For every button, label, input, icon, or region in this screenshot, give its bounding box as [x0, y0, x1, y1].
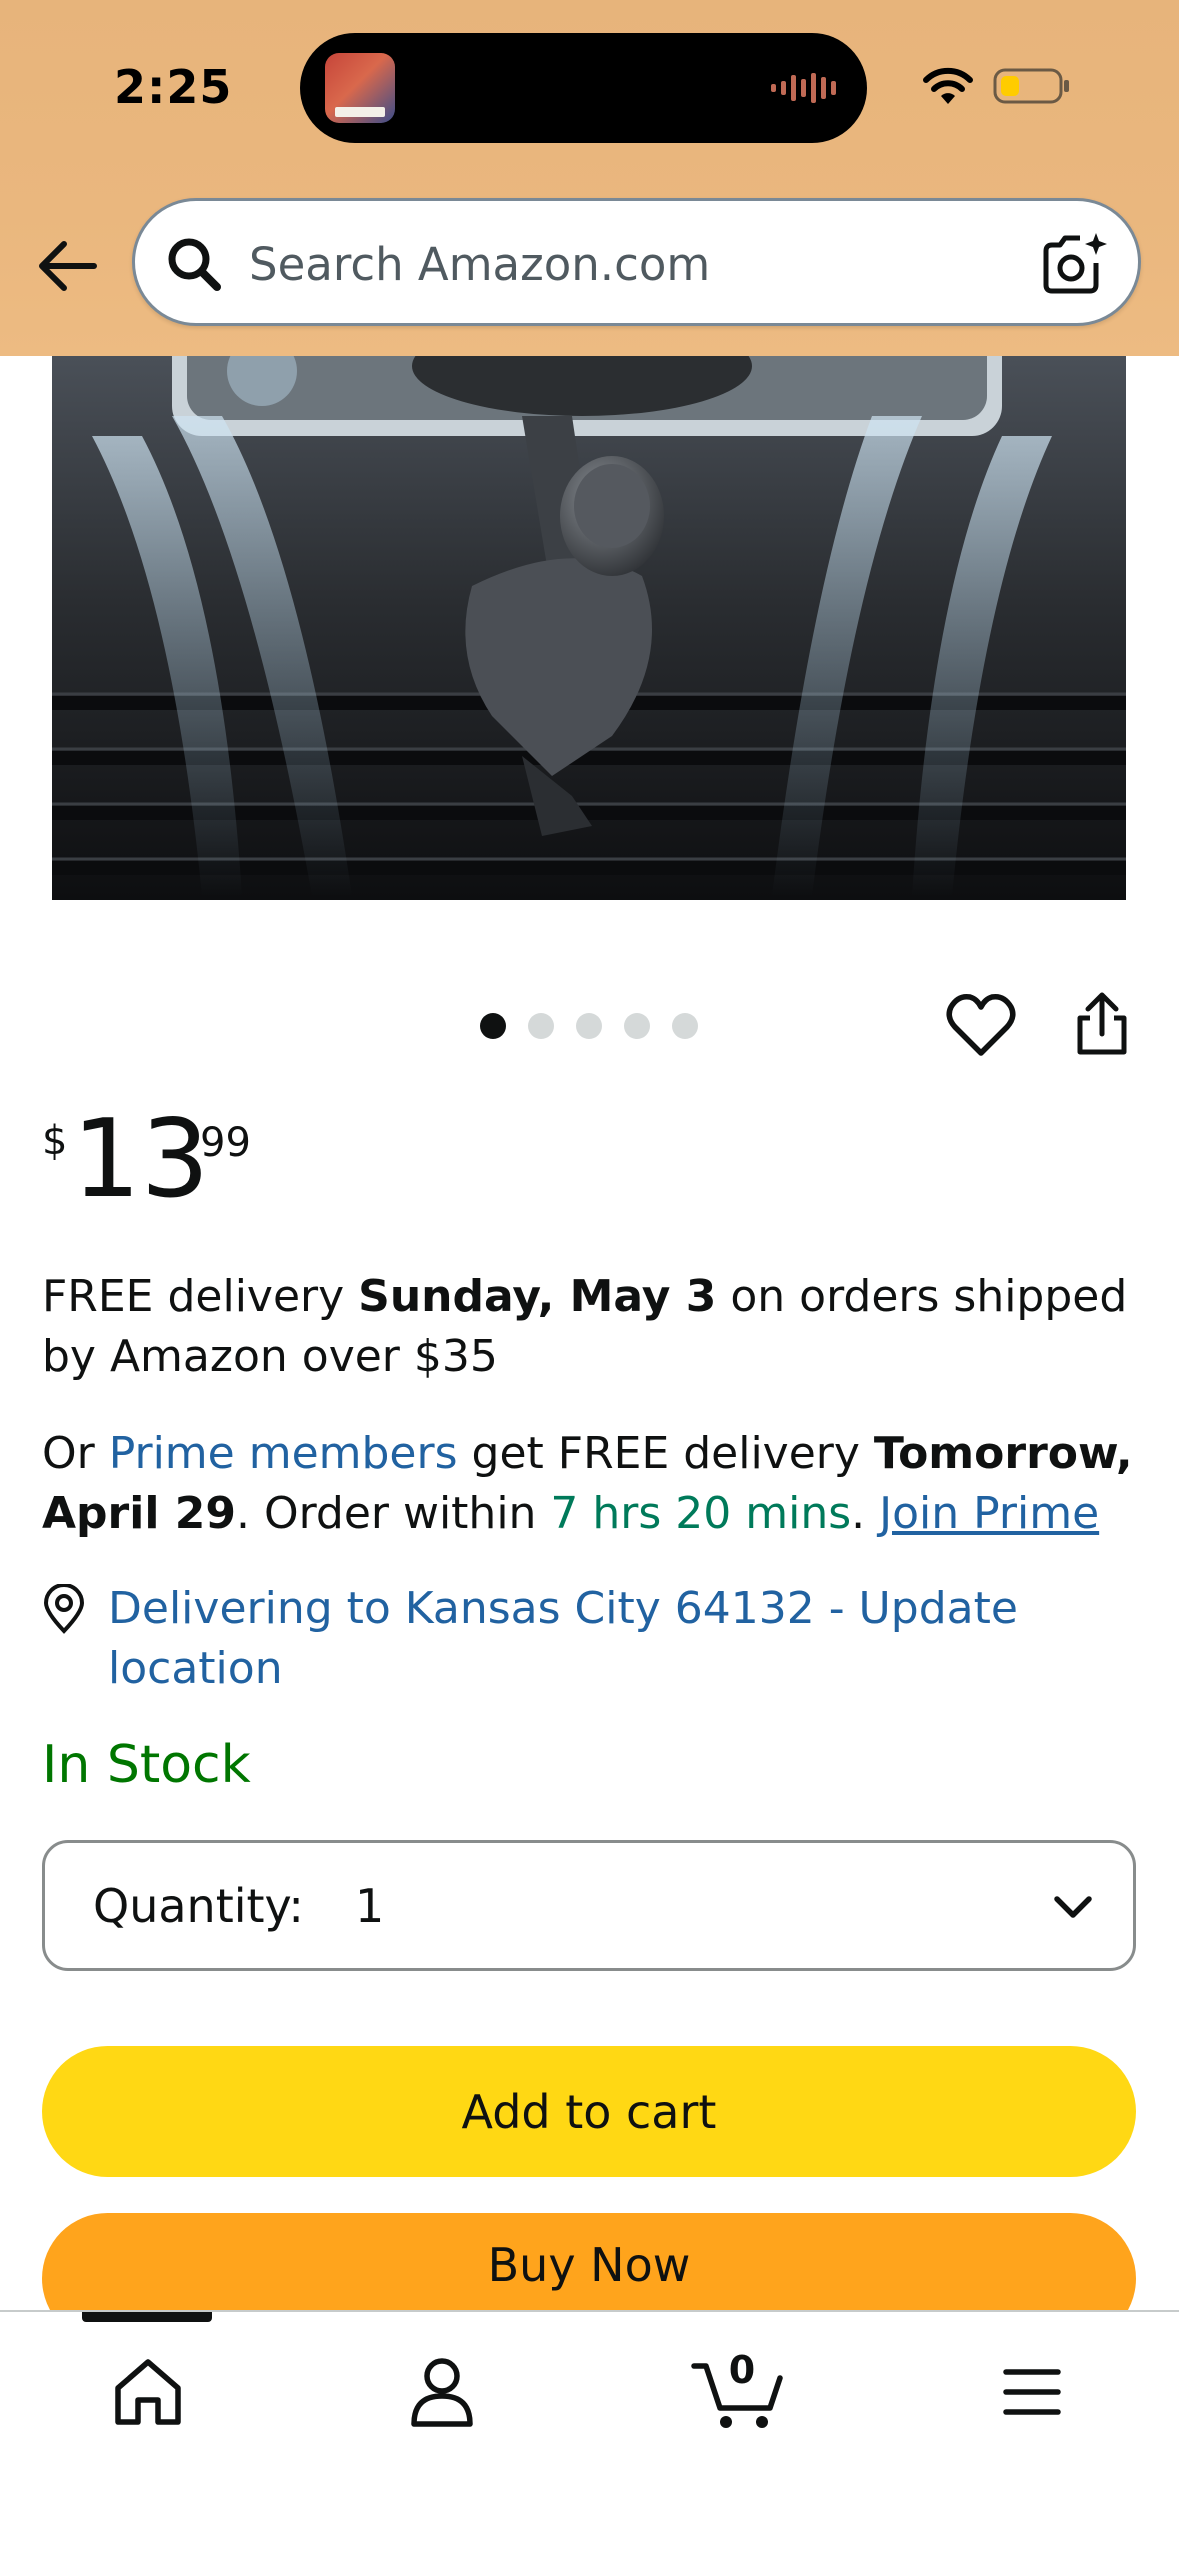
buy-now-label: Buy Now	[487, 2237, 691, 2292]
prime-text: . Order within	[235, 1488, 551, 1539]
battery-icon	[993, 68, 1069, 104]
product-image[interactable]	[52, 356, 1126, 900]
update-location-link[interactable]: Delivering to Kansas City 64132 - Update…	[108, 1579, 1108, 1699]
prime-text: Or	[42, 1428, 109, 1479]
carousel-dot[interactable]	[528, 1013, 554, 1039]
carousel-dot-active[interactable]	[480, 1013, 506, 1039]
prime-text: get FREE delivery	[457, 1428, 874, 1479]
cart-tab[interactable]: 0	[690, 2348, 790, 2432]
home-icon[interactable]	[108, 2352, 188, 2432]
chevron-down-icon	[1054, 1896, 1092, 1918]
car-vent-phone-mount-photo	[52, 356, 1126, 900]
quantity-selector[interactable]: Quantity: 1	[42, 1840, 1136, 1971]
delivery-text: FREE delivery	[42, 1271, 359, 1322]
app-header: 2:25	[0, 0, 1179, 356]
carousel-dot[interactable]	[672, 1013, 698, 1039]
prime-members-link[interactable]: Prime members	[109, 1428, 458, 1479]
bottom-navigation: 0	[0, 2310, 1179, 2556]
delivery-date: Sunday, May 3	[358, 1271, 717, 1322]
location-pin-icon	[43, 1584, 85, 1634]
add-to-cart-button[interactable]: Add to cart	[42, 2046, 1136, 2177]
menu-icon[interactable]	[992, 2352, 1072, 2432]
search-bar[interactable]	[132, 198, 1141, 326]
free-delivery-message: FREE delivery Sunday, May 3 on orders sh…	[42, 1267, 1142, 1387]
back-arrow-icon[interactable]	[34, 236, 100, 296]
carousel-dot[interactable]	[624, 1013, 650, 1039]
quantity-value: 1	[355, 1879, 385, 1933]
camera-icon[interactable]	[1040, 229, 1110, 297]
join-prime-link[interactable]: Join Prime	[879, 1488, 1099, 1539]
audio-waveform-icon	[771, 73, 836, 103]
share-icon[interactable]	[1072, 990, 1132, 1058]
price-whole: 13	[72, 1097, 210, 1222]
carousel-dot[interactable]	[576, 1013, 602, 1039]
status-time: 2:25	[114, 60, 233, 114]
account-icon[interactable]	[402, 2352, 482, 2432]
active-tab-indicator	[82, 2312, 212, 2322]
order-countdown: 7 hrs 20 mins	[550, 1488, 852, 1539]
cart-count-badge: 0	[728, 2348, 756, 2392]
price-currency-symbol: $	[42, 1118, 68, 1164]
dynamic-island[interactable]	[300, 33, 867, 143]
price-fraction: 99	[200, 1120, 251, 1166]
search-input[interactable]	[247, 225, 1031, 303]
now-playing-artwork	[325, 53, 395, 123]
stock-status: In Stock	[42, 1735, 251, 1795]
prime-delivery-message: Or Prime members get FREE delivery Tomor…	[42, 1424, 1142, 1544]
quantity-label: Quantity:	[93, 1879, 304, 1933]
wifi-icon	[923, 67, 973, 104]
prime-text: .	[851, 1488, 880, 1539]
heart-icon[interactable]	[946, 993, 1016, 1059]
search-icon	[168, 238, 221, 291]
image-carousel-dots	[480, 1013, 698, 1039]
